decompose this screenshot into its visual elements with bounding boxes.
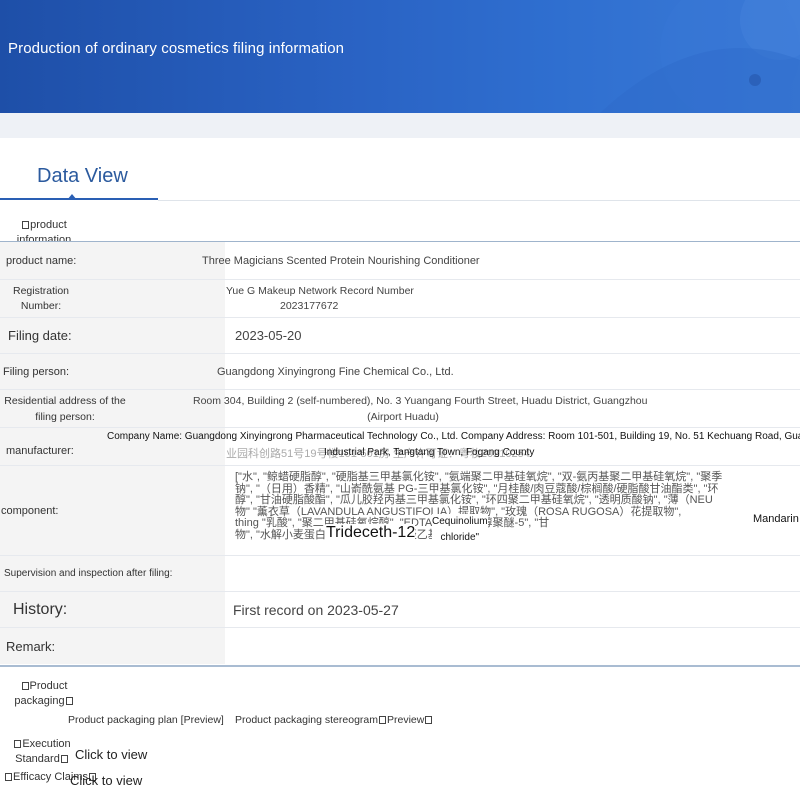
- row-remark: Remark:: [0, 628, 800, 664]
- row-component: component: ["水", "鲸蜡硬脂醇", "硬脂基三甲基氯化铵", "…: [0, 466, 800, 556]
- page-title: Production of ordinary cosmetics filing …: [8, 40, 345, 57]
- row-filing-person: Filing person: Guangdong Xinyingrong Fin…: [0, 354, 800, 390]
- banner-decoration: [600, 0, 800, 113]
- label-component: component:: [0, 466, 225, 555]
- overlay-cequinolium: Cequinolium chloride": [432, 514, 488, 546]
- bracket-icon: [60, 755, 68, 764]
- row-manufacturer: manufacturer: 业园科创路51号19号楼101-501房 生产许可证…: [0, 428, 800, 466]
- value-component: ["水", "鲸蜡硬脂醇", "硬脂基三甲基氯化铵", "氨端聚二甲基硅氧烷",…: [226, 466, 800, 555]
- bracket-icon: [21, 682, 29, 691]
- bracket-icon: [65, 697, 73, 706]
- packaging-stereogram-link[interactable]: Product packaging stereogram Preview: [235, 714, 433, 726]
- value-filing-date: 2023-05-20: [235, 328, 302, 343]
- label-supervision: Supervision and inspection after filing:: [0, 556, 225, 591]
- bracket-icon: [14, 740, 22, 749]
- label-registration-number: Registration Number:: [0, 280, 225, 317]
- value-filing-person: Guangdong Xinyingrong Fine Chemical Co.,…: [217, 365, 454, 378]
- label-filing-date: Filing date:: [0, 318, 225, 353]
- section-product-packaging: Product packaging: [14, 679, 74, 709]
- row-history: History: First record on 2023-05-27: [0, 592, 800, 628]
- value-product-name: Three Magicians Scented Protein Nourishi…: [202, 254, 480, 267]
- table-bottom-border: [0, 665, 800, 667]
- header-gap: [0, 113, 800, 138]
- tab-data-view-label[interactable]: Data View: [37, 165, 128, 188]
- label-product-name: product name:: [0, 242, 225, 279]
- row-filing-address: Residential address of the filing person…: [0, 390, 800, 428]
- value-remark: [226, 628, 800, 664]
- label-filing-address: Residential address of the filing person…: [0, 390, 225, 427]
- overlay-trideceth: Trideceth-12: [326, 524, 416, 542]
- efficacy-claims-view-link[interactable]: Click to view: [70, 773, 142, 788]
- row-filing-date: Filing date: 2023-05-20: [0, 318, 800, 354]
- filing-info-table: product name: Three Magicians Scented Pr…: [0, 241, 800, 664]
- tab-active-indicator: [67, 194, 77, 200]
- manufacturer-text: Company Name: Guangdong Xinyingrong Phar…: [107, 431, 800, 458]
- value-history: First record on 2023-05-27: [233, 601, 399, 618]
- value-filing-address: Room 304, Building 2 (self-numbered), No…: [193, 394, 648, 423]
- bracket-icon: [425, 716, 433, 725]
- row-registration-number: Registration Number: Yue G Makeup Networ…: [0, 280, 800, 318]
- bracket-icon: [22, 221, 30, 230]
- value-supervision: [226, 556, 800, 591]
- row-supervision: Supervision and inspection after filing:: [0, 556, 800, 592]
- header-banner: Production of ordinary cosmetics filing …: [0, 0, 800, 113]
- label-filing-person: Filing person:: [0, 354, 225, 389]
- label-remark: Remark:: [0, 628, 225, 664]
- overlay-mandarin: Mandarin: [753, 513, 799, 525]
- value-registration-number: Yue G Makeup Network Record Number 20231…: [226, 284, 414, 312]
- tab-divider: [158, 200, 800, 201]
- bracket-icon: [379, 716, 386, 725]
- packaging-plan-link[interactable]: Product packaging plan [Preview]: [68, 714, 224, 726]
- bracket-icon: [5, 773, 12, 782]
- section-execution-standard: Execution Standard: [14, 738, 71, 765]
- row-product-name: product name: Three Magicians Scented Pr…: [0, 242, 800, 280]
- execution-standard-view-link[interactable]: Click to view: [75, 747, 147, 762]
- label-history: History:: [0, 592, 225, 627]
